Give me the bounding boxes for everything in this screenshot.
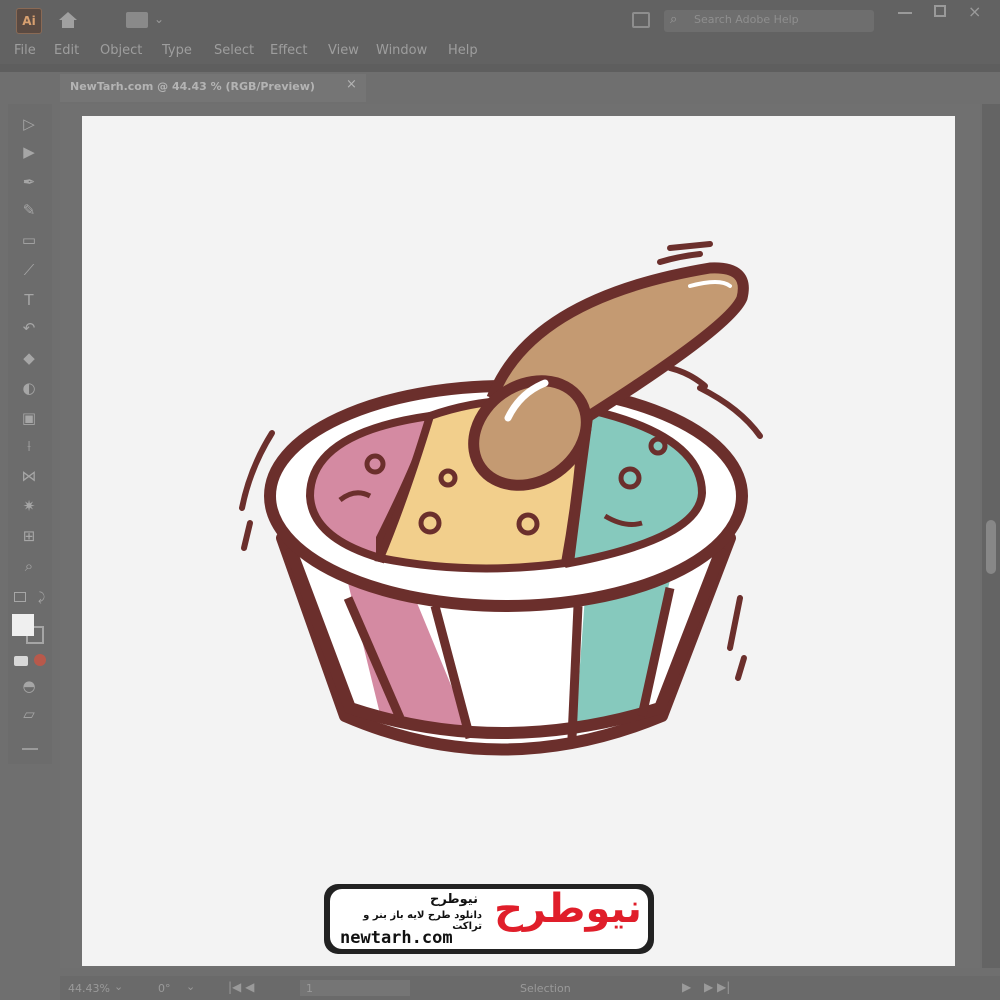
watermark-url: newtarh.com (340, 928, 453, 948)
artboard-number-field[interactable] (300, 980, 410, 996)
swap-colors-icon[interactable]: ⤸ (38, 590, 45, 605)
rotation-angle[interactable]: 0° (158, 982, 171, 995)
watermark-brand: نیوطرح (429, 892, 478, 907)
chevron-down-icon[interactable]: ⌄ (114, 980, 123, 993)
search-placeholder: Search Adobe Help (694, 13, 799, 26)
scrollbar-thumb[interactable] (986, 520, 996, 574)
artboard-number: 1 (306, 982, 313, 995)
eraser-tool-icon[interactable]: ◆ (18, 348, 40, 368)
first-artboard-icon[interactable]: |◀ ◀ (228, 980, 254, 994)
default-colors-icon[interactable] (14, 592, 26, 602)
menu-type[interactable]: Type (162, 43, 192, 58)
none-color-icon[interactable] (34, 654, 46, 666)
gradient-tool-icon[interactable]: ▣ (18, 408, 40, 428)
menu-select[interactable]: Select (214, 43, 254, 58)
menu-edit[interactable]: Edit (54, 43, 79, 58)
menu-help[interactable]: Help (448, 43, 478, 58)
menu-bar: File Edit Object Type Select Effect View… (0, 40, 1000, 64)
watermark-logo: نیوطرح (494, 886, 642, 932)
rotate-tool-icon[interactable]: ↶ (18, 318, 40, 338)
chevron-down-icon[interactable]: ⌄ (186, 980, 195, 993)
selection-tool-icon[interactable]: ▷ (18, 114, 40, 134)
search-icon: ⌕ (670, 12, 678, 27)
app-logo-icon: Ai (16, 8, 42, 34)
menu-effect[interactable]: Effect (270, 43, 307, 58)
paintbrush-tool-icon[interactable]: ⟋ (18, 260, 40, 280)
panel-strip (0, 64, 1000, 72)
blend-tool-icon[interactable]: ⋈ (18, 466, 40, 486)
fill-color-swatch[interactable] (12, 614, 34, 636)
ice-cream-cup-illustration[interactable] (230, 238, 770, 768)
symbol-sprayer-tool-icon[interactable]: ✷ (18, 496, 40, 516)
workspace-layout-icon[interactable] (126, 12, 148, 28)
play-icon[interactable]: ▶ (682, 980, 691, 994)
color-mode-icon[interactable] (14, 656, 28, 666)
draw-mode-icon[interactable]: ◓ (18, 676, 40, 696)
menu-window[interactable]: Window (376, 43, 427, 58)
curvature-tool-icon[interactable]: ✎ (18, 200, 40, 220)
artboard-tool-icon[interactable]: ⊞ (18, 526, 40, 546)
type-tool-icon[interactable]: T (18, 290, 40, 310)
maximize-icon[interactable] (934, 5, 946, 17)
direct-selection-tool-icon[interactable]: ▶ (18, 142, 40, 162)
document-tab-label: NewTarh.com @ 44.43 % (RGB/Preview) (70, 80, 315, 93)
screen-mode-icon[interactable]: ▱ (18, 704, 40, 724)
minimize-icon[interactable] (898, 12, 912, 14)
tab-close-icon[interactable]: × (346, 77, 357, 92)
zoom-level[interactable]: 44.43% (68, 982, 110, 995)
menu-file[interactable]: File (14, 43, 36, 58)
menu-object[interactable]: Object (100, 43, 142, 58)
zoom-tool-icon[interactable]: ⌕ (18, 556, 40, 576)
chevron-down-icon[interactable]: ⌄ (154, 12, 164, 26)
eyedropper-tool-icon[interactable]: ⟊ (18, 436, 40, 456)
arrange-documents-icon[interactable] (632, 12, 650, 28)
rectangle-tool-icon[interactable]: ▭ (18, 230, 40, 250)
pen-tool-icon[interactable]: ✒ (18, 172, 40, 192)
more-tools-icon[interactable] (22, 748, 38, 750)
next-artboard-icon[interactable]: ▶ ▶| (704, 980, 730, 994)
current-tool-status: Selection (520, 982, 571, 995)
shape-builder-tool-icon[interactable]: ◐ (18, 378, 40, 398)
menu-view[interactable]: View (328, 43, 359, 58)
close-icon[interactable]: × (968, 2, 981, 21)
home-icon[interactable] (56, 8, 80, 32)
